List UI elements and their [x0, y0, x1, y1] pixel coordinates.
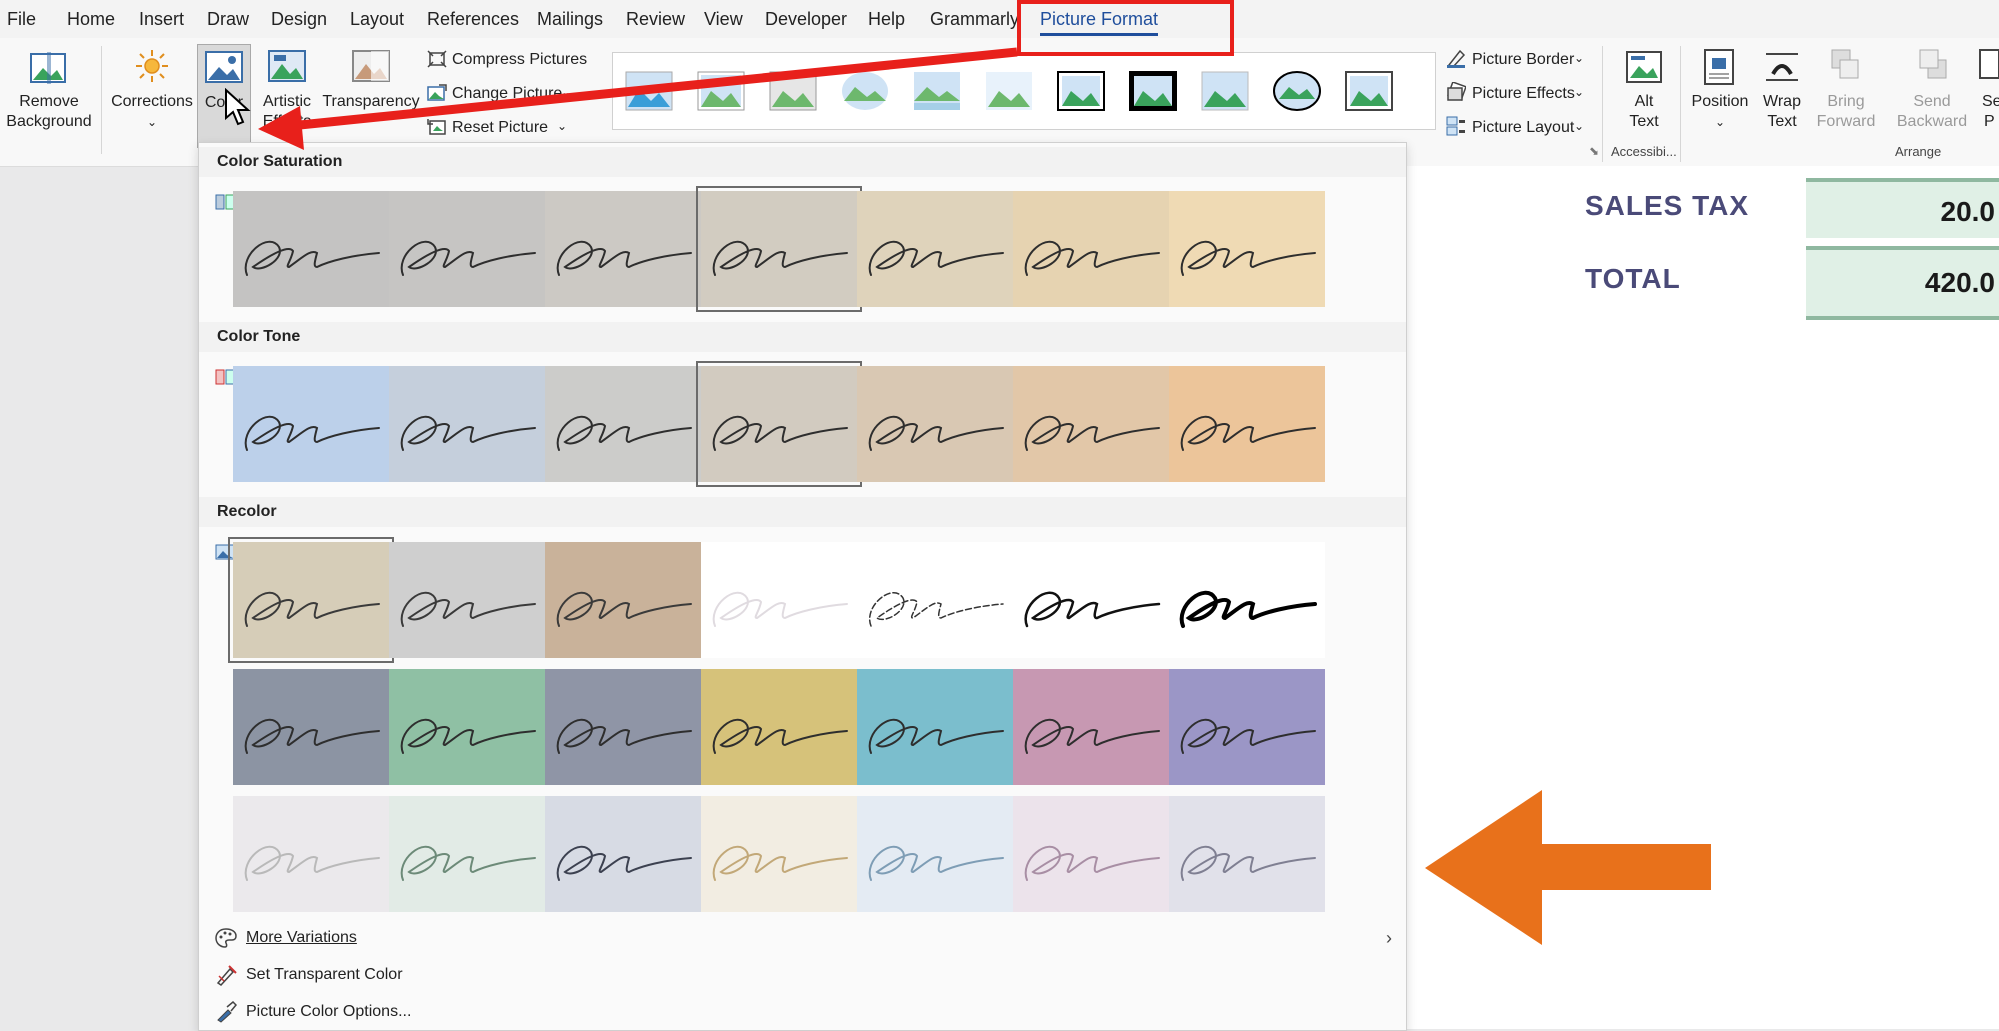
- set-transparent-color-label: Set Transparent Color: [246, 966, 403, 983]
- signature-icon: [400, 718, 536, 754]
- recolor-light-swatch-6[interactable]: [1013, 796, 1169, 912]
- signature-icon: [1024, 415, 1160, 451]
- picture-color-options-menu-item[interactable]: Picture Color Options...: [199, 995, 1406, 1031]
- signature-icon: [868, 415, 1004, 451]
- tone-swatch-2[interactable]: [389, 366, 545, 482]
- recolor-light-swatch-3[interactable]: [545, 796, 701, 912]
- red-arrow-annotation: [258, 47, 1018, 150]
- recolor-light-swatch-2[interactable]: [389, 796, 545, 912]
- signature-icon: [1180, 845, 1316, 881]
- more-variations-label: More Variations: [246, 929, 357, 946]
- signature-icon: [868, 240, 1004, 276]
- signature-icon: [244, 591, 380, 627]
- saturation-swatch-3[interactable]: [545, 191, 701, 307]
- color-saturation-icon: [215, 194, 235, 210]
- signature-icon: [556, 845, 692, 881]
- tone-swatch-5[interactable]: [857, 366, 1013, 482]
- signature-icon: [244, 845, 380, 881]
- recolor-swatch-1[interactable]: [228, 537, 394, 663]
- signature-icon: [1024, 240, 1160, 276]
- recolor-light-swatch-7[interactable]: [1169, 796, 1325, 912]
- signature-icon: [556, 718, 692, 754]
- recolor-swatch-5[interactable]: [857, 542, 1013, 658]
- signature-icon: [1180, 415, 1316, 451]
- saturation-swatch-4[interactable]: [696, 186, 862, 312]
- tone-swatch-4[interactable]: [696, 361, 862, 487]
- signature-icon: [712, 415, 848, 451]
- signature-icon: [244, 415, 380, 451]
- tone-swatch-7[interactable]: [1169, 366, 1325, 482]
- signature-icon: [400, 240, 536, 276]
- recolor-dark-swatch-4[interactable]: [701, 669, 857, 785]
- total-value: 420.0: [1806, 246, 1999, 320]
- chevron-right-icon: ›: [1386, 928, 1392, 948]
- recolor-header: Recolor: [199, 497, 1406, 527]
- saturation-swatch-7[interactable]: [1169, 191, 1325, 307]
- signature-icon: [400, 415, 536, 451]
- signature-icon: [1180, 240, 1316, 276]
- signature-icon: [1024, 718, 1160, 754]
- signature-icon: [244, 240, 380, 276]
- color-tone-header: Color Tone: [199, 322, 1406, 352]
- more-variations-menu-item[interactable]: More Variations ›: [199, 921, 1406, 957]
- signature-icon: [556, 591, 692, 627]
- recolor-swatch-3[interactable]: [545, 542, 701, 658]
- signature-icon: [1180, 718, 1316, 754]
- recolor-swatch-2[interactable]: [389, 542, 545, 658]
- recolor-dark-swatch-1[interactable]: [233, 669, 389, 785]
- tone-swatch-1[interactable]: [233, 366, 389, 482]
- signature-icon: [400, 845, 536, 881]
- signature-icon: [1024, 845, 1160, 881]
- color-tone-icon: [215, 369, 235, 385]
- palette-icon: [215, 928, 237, 948]
- picture-color-options-icon: [217, 1001, 237, 1023]
- saturation-swatch-2[interactable]: [389, 191, 545, 307]
- recolor-swatch-6[interactable]: [1013, 542, 1169, 658]
- signature-icon: [868, 845, 1004, 881]
- signature-icon: [868, 592, 1004, 627]
- signature-icon: [868, 718, 1004, 754]
- signature-icon: [712, 240, 848, 276]
- recolor-icon: [215, 544, 235, 560]
- signature-icon: [1024, 591, 1161, 628]
- recolor-dark-swatch-3[interactable]: [545, 669, 701, 785]
- tone-swatch-6[interactable]: [1013, 366, 1169, 482]
- signature-icon: [1179, 590, 1317, 628]
- sales-tax-label: SALES TAX: [1585, 190, 1750, 221]
- signature-icon: [556, 415, 692, 451]
- saturation-swatch-6[interactable]: [1013, 191, 1169, 307]
- recolor-dark-swatch-6[interactable]: [1013, 669, 1169, 785]
- recolor-light-swatch-4[interactable]: [701, 796, 857, 912]
- set-transparent-color-menu-item[interactable]: Set Transparent Color: [199, 958, 1406, 994]
- signature-icon: [712, 845, 848, 881]
- set-transparent-color-icon: [216, 965, 237, 986]
- signature-icon: [400, 591, 536, 627]
- signature-icon: [244, 718, 380, 754]
- recolor-swatch-7[interactable]: [1169, 542, 1325, 658]
- saturation-swatch-1[interactable]: [233, 191, 389, 307]
- signature-icon: [556, 240, 692, 276]
- recolor-light-swatch-5[interactable]: [857, 796, 1013, 912]
- recolor-dark-swatch-7[interactable]: [1169, 669, 1325, 785]
- saturation-swatch-5[interactable]: [857, 191, 1013, 307]
- orange-arrow-annotation: [1425, 790, 1711, 945]
- recolor-swatch-4[interactable]: [701, 542, 857, 658]
- recolor-dark-swatch-2[interactable]: [389, 669, 545, 785]
- signature-icon: [712, 718, 848, 754]
- picture-color-options-label: Picture Color Options...: [246, 1003, 412, 1020]
- recolor-dark-swatch-5[interactable]: [857, 669, 1013, 785]
- sales-tax-value: 20.0: [1806, 178, 1999, 238]
- signature-icon: [712, 591, 848, 627]
- color-dropdown-panel: Color Saturation Color Tone Recolor More…: [198, 142, 1407, 1031]
- total-label: TOTAL: [1585, 263, 1681, 294]
- recolor-light-swatch-1[interactable]: [233, 796, 389, 912]
- tone-swatch-3[interactable]: [545, 366, 701, 482]
